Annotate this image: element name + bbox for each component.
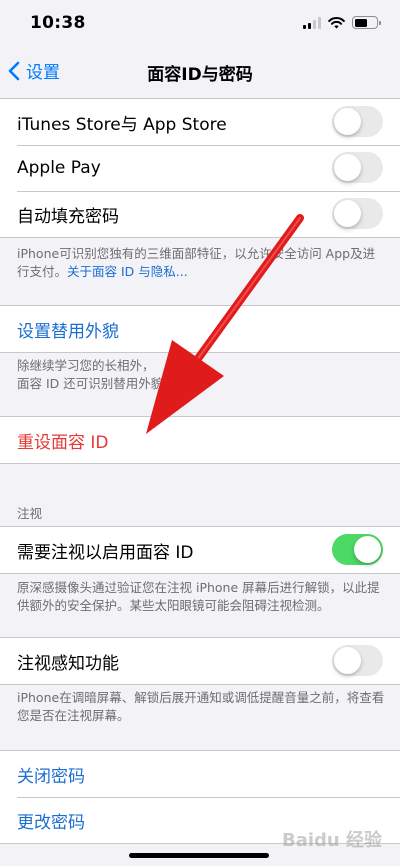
status-time: 10:38 (30, 13, 86, 33)
alternate-appearance-description: 除继续学习您的长相外， 面容 ID 还可识别替用外貌。 (17, 357, 387, 393)
status-icons (303, 16, 381, 29)
battery-icon (352, 16, 381, 29)
wifi-icon (328, 16, 345, 28)
page-title: 面容ID与密码 (147, 65, 253, 85)
password-autofill-row: 自动填充密码 (0, 191, 400, 237)
password-autofill-toggle[interactable] (332, 198, 383, 229)
itunes-app-store-toggle[interactable] (332, 106, 383, 137)
set-up-alternate-appearance-button[interactable]: 设置替用外貌 (0, 306, 400, 352)
row-label: iTunes Store与 App Store (17, 114, 227, 135)
apple-pay-row: Apple Pay (0, 145, 400, 191)
apple-pay-toggle[interactable] (332, 152, 383, 183)
turn-passcode-off-button[interactable]: 关闭密码 (0, 751, 400, 797)
privacy-link[interactable]: 关于面容 ID 与隐私... (67, 264, 188, 279)
face-id-usage-group: iTunes Store与 App Store Apple Pay 自动填充密码 (0, 98, 400, 238)
row-label: 需要注视以启用面容 ID (17, 542, 194, 563)
status-bar: 10:38 (0, 0, 400, 48)
attention-aware-row: 注视感知功能 (0, 638, 400, 684)
attention-aware-toggle[interactable] (332, 645, 383, 676)
cellular-signal-icon (303, 16, 321, 29)
attention-section-header: 注视 (17, 506, 43, 521)
require-attention-row: 需要注视以启用面容 ID (0, 527, 400, 573)
description-line: 面容 ID 还可识别替用外貌。 (17, 376, 176, 391)
alternate-appearance-group: 设置替用外貌 (0, 305, 400, 353)
row-label: 自动填充密码 (17, 206, 119, 227)
attention-aware-description: iPhone在调暗屏幕、解锁后展开通知或调低提醒音量之前，将查看您是否在注视屏幕… (17, 690, 385, 723)
reset-face-id-button[interactable]: 重设面容 ID (0, 417, 400, 463)
navigation-bar: 设置 面容ID与密码 (0, 48, 400, 94)
reset-group: 重设面容 ID (0, 416, 400, 464)
itunes-app-store-row: iTunes Store与 App Store (0, 99, 400, 145)
require-attention-toggle[interactable] (332, 534, 383, 565)
attention-aware-group: 注视感知功能 (0, 637, 400, 685)
home-indicator[interactable] (129, 853, 269, 858)
require-attention-description: 原深感摄像头通过验证您在注视 iPhone 屏幕后进行解锁，以此提供额外的安全保… (17, 580, 380, 613)
description-line: 除继续学习您的长相外， (17, 358, 155, 373)
row-label: Apple Pay (17, 158, 101, 178)
require-attention-group: 需要注视以启用面容 ID (0, 526, 400, 574)
face-id-description: iPhone可识别您独有的三维面部特征，以允许安全访问 App及进行支付。关于面… (17, 245, 387, 281)
row-label: 注视感知功能 (17, 653, 119, 674)
watermark-logo: Baidu 经验 (281, 830, 382, 851)
